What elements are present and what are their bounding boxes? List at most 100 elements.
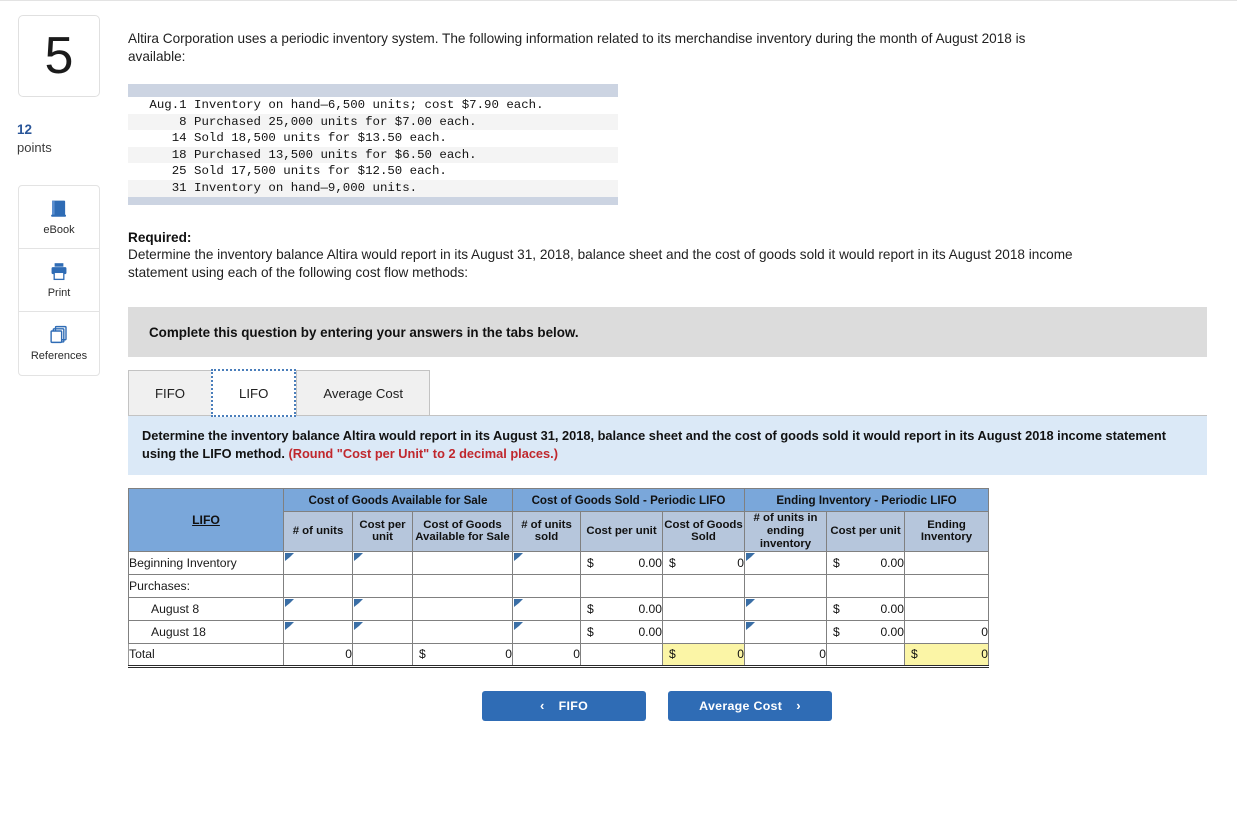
- empty-cell: [662, 619, 745, 644]
- tab-fifo[interactable]: FIFO: [128, 370, 212, 417]
- empty-cell: [904, 573, 989, 598]
- answer-input-cell[interactable]: [352, 619, 413, 644]
- empty-cell: [662, 596, 745, 621]
- empty-cell: [744, 573, 827, 598]
- inventory-block-top-bar: [128, 83, 618, 97]
- row-label: Total: [128, 642, 284, 668]
- empty-cell: [904, 550, 989, 575]
- empty-cell: [352, 573, 413, 598]
- cell-value: 0: [819, 647, 826, 662]
- next-tab-button[interactable]: Average Cost ›: [668, 690, 832, 721]
- prev-tab-label: FIFO: [558, 698, 589, 713]
- prev-tab-button[interactable]: ‹ FIFO: [482, 690, 646, 721]
- currency-symbol: $: [587, 624, 594, 639]
- complete-question-text: Complete this question by entering your …: [149, 324, 579, 340]
- inventory-line: 18 Purchased 13,500 units for $6.50 each…: [128, 146, 618, 164]
- empty-cell: [412, 573, 513, 598]
- tool-stack: eBook Print References: [18, 184, 100, 376]
- currency-symbol: $: [911, 647, 918, 662]
- computed-value-cell: $0.00: [580, 619, 663, 644]
- computed-value-cell: $0: [412, 642, 513, 668]
- currency-symbol: $: [669, 647, 676, 662]
- subheader-ending-inventory: Ending Inventory: [904, 511, 989, 552]
- rounding-note: (Round "Cost per Unit" to 2 decimal plac…: [288, 446, 558, 462]
- answer-input-cell[interactable]: [744, 550, 827, 575]
- subheader-cost-of-goods-sold: Cost of Goods Sold: [662, 511, 745, 552]
- chevron-right-icon: ›: [796, 698, 801, 714]
- computed-value-cell: 0: [283, 642, 353, 668]
- empty-cell: [662, 573, 745, 598]
- empty-cell: [412, 550, 513, 575]
- subheader-cost-per-unit-available: Cost per unit: [352, 511, 413, 552]
- row-label: Beginning Inventory: [128, 550, 284, 575]
- print-button[interactable]: Print: [19, 249, 99, 312]
- group-header-ending-inventory: Ending Inventory - Periodic LIFO: [744, 488, 989, 513]
- inventory-lines: Aug.1 Inventory on hand—6,500 units; cos…: [128, 97, 618, 197]
- row-label: Purchases:: [128, 573, 284, 598]
- computed-value-cell: $0.00: [826, 596, 905, 621]
- empty-cell: [904, 596, 989, 621]
- answer-input-cell[interactable]: [512, 550, 581, 575]
- total-highlight-cell: $0: [662, 642, 745, 668]
- subheader-units-available: # of units: [283, 511, 353, 552]
- empty-cell: [826, 642, 905, 668]
- currency-symbol: $: [587, 555, 594, 570]
- empty-cell: [412, 596, 513, 621]
- cell-value: 0: [345, 647, 352, 662]
- points-value: 12: [17, 122, 33, 137]
- subheader-cost-per-unit-sold: Cost per unit: [580, 511, 663, 552]
- answer-input-cell[interactable]: [283, 619, 353, 644]
- currency-symbol: $: [833, 624, 840, 639]
- answer-input-cell[interactable]: [512, 619, 581, 644]
- tab-average-cost[interactable]: Average Cost: [296, 370, 431, 417]
- computed-value-cell: $0.00: [580, 550, 663, 575]
- currency-symbol: $: [587, 601, 594, 616]
- answer-input-cell[interactable]: [512, 596, 581, 621]
- row-label: August 8: [128, 596, 284, 621]
- empty-cell: [580, 642, 663, 668]
- inventory-line: Aug.1 Inventory on hand—6,500 units; cos…: [142, 97, 544, 112]
- currency-symbol: $: [833, 555, 840, 570]
- points-label: points: [17, 140, 52, 156]
- sheet-corner-label: LIFO: [192, 512, 220, 527]
- inventory-line: 14 Sold 18,500 units for $13.50 each.: [142, 131, 447, 146]
- computed-value-cell: $0.00: [580, 596, 663, 621]
- ebook-label: eBook: [43, 223, 75, 236]
- currency-symbol: $: [833, 601, 840, 616]
- answer-input-cell[interactable]: [283, 596, 353, 621]
- answer-input-cell[interactable]: [352, 550, 413, 575]
- inventory-line: 8 Purchased 25,000 units for $7.00 each.: [128, 113, 618, 131]
- empty-cell: [412, 619, 513, 644]
- subheader-units-sold: # of units sold: [512, 511, 581, 552]
- table-row: August 18 $0.00 $0.00 0: [128, 619, 989, 644]
- references-button[interactable]: References: [19, 312, 99, 375]
- row-label: August 18: [128, 619, 284, 644]
- cell-value: 0: [505, 647, 512, 662]
- sheet-body: Beginning Inventory $0.00 $0 $0.00 Purchases…: [128, 550, 989, 668]
- answer-input-cell[interactable]: [744, 596, 827, 621]
- total-highlight-cell: $0: [904, 642, 989, 668]
- ebook-icon: [51, 200, 66, 217]
- inventory-block-bottom-bar: [128, 196, 618, 205]
- computed-value-cell: $0: [662, 550, 745, 575]
- intro-paragraph: Altira Corporation uses a periodic inven…: [128, 31, 1026, 65]
- question-body: Altira Corporation uses a periodic inven…: [128, 1, 1218, 721]
- print-label: Print: [47, 286, 71, 299]
- table-row: Beginning Inventory $0.00 $0 $0.00: [128, 550, 989, 575]
- answer-input-cell[interactable]: [744, 619, 827, 644]
- question-number-box: 5: [18, 15, 100, 97]
- empty-cell: [283, 573, 353, 598]
- group-header-row: LIFO Cost of Goods Available for Sale Co…: [128, 488, 989, 552]
- answer-input-cell[interactable]: [352, 596, 413, 621]
- group-header-cogs: Cost of Goods Sold - Periodic LIFO: [512, 488, 745, 513]
- ebook-button[interactable]: eBook: [19, 186, 99, 249]
- subheader-cost-of-goods-available: Cost of Goods Available for Sale: [412, 511, 513, 552]
- cell-value: 0: [981, 624, 988, 639]
- group-header-cogafs: Cost of Goods Available for Sale: [283, 488, 513, 513]
- question-number: 5: [44, 27, 74, 85]
- answer-input-cell[interactable]: [283, 550, 353, 575]
- required-title: Required:: [128, 229, 192, 245]
- tab-navigation: ‹ FIFO Average Cost ›: [128, 690, 1218, 721]
- empty-cell: [826, 573, 905, 598]
- tab-lifo[interactable]: LIFO: [211, 369, 297, 418]
